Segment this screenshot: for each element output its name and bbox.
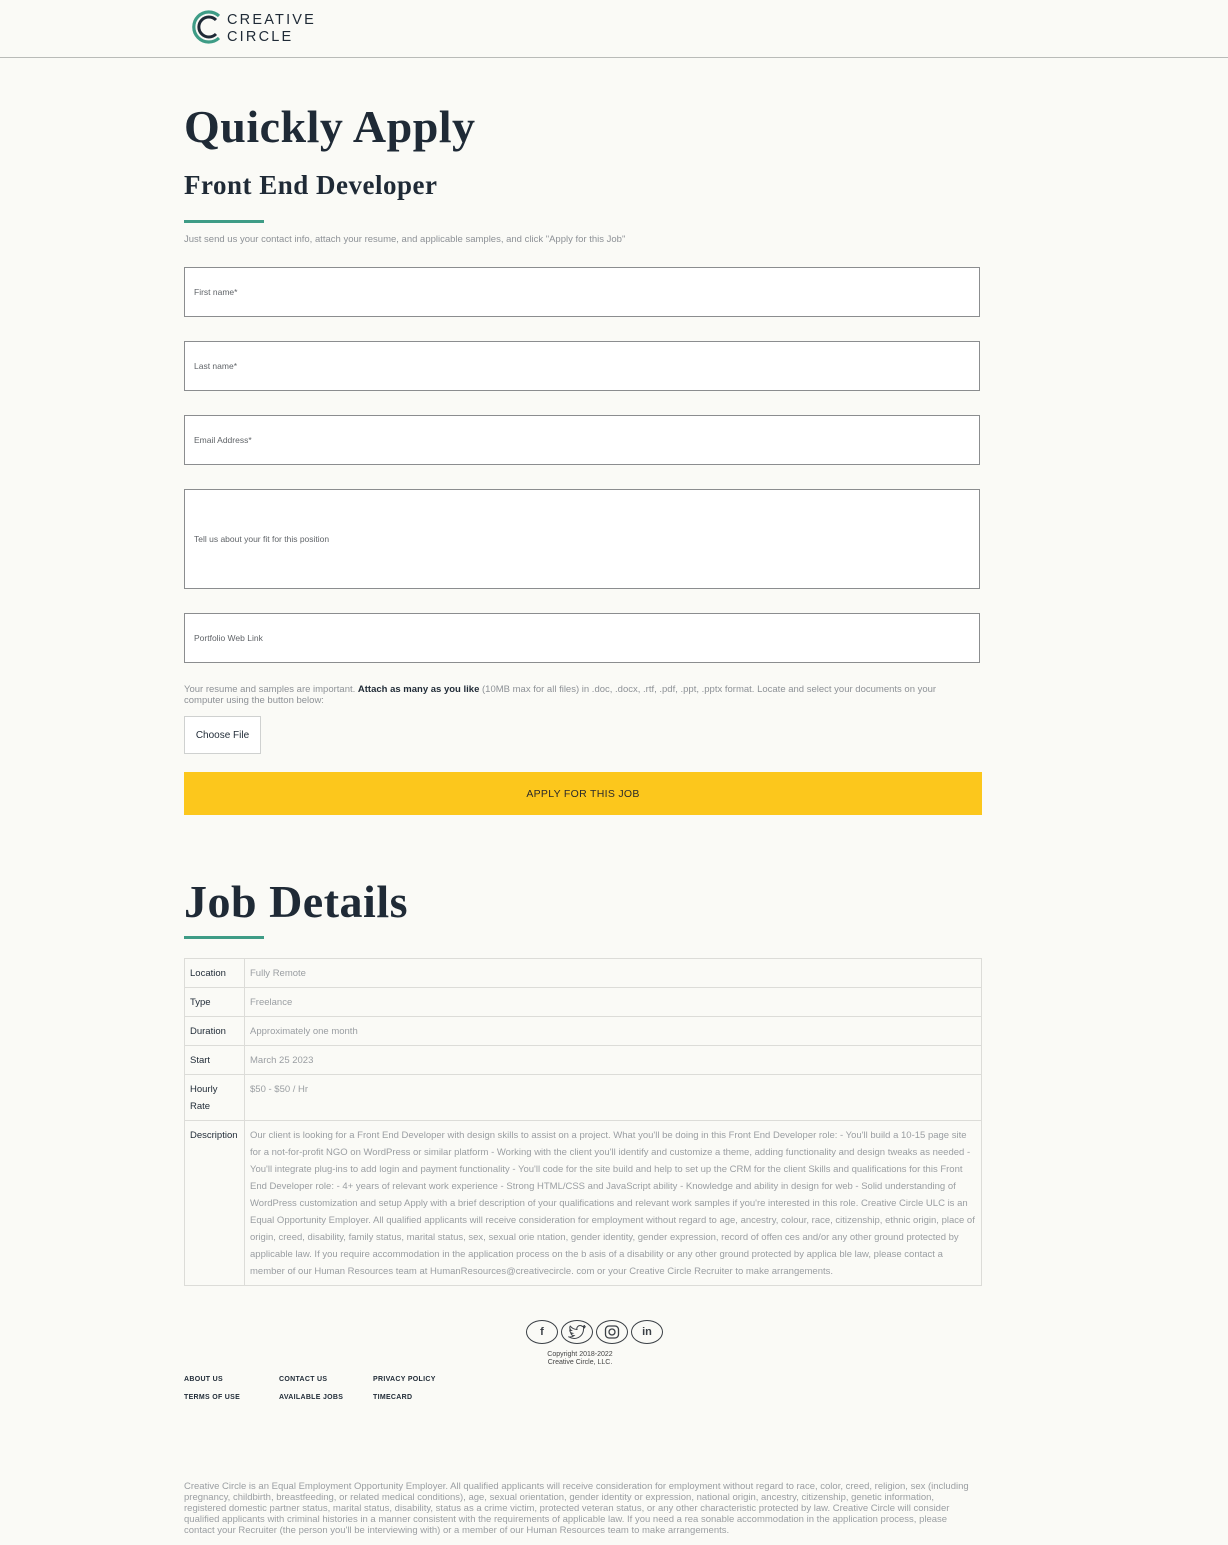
social-links: f in (526, 1320, 666, 1346)
last-name-field[interactable] (184, 341, 980, 391)
instagram-icon[interactable] (596, 1320, 628, 1344)
copyright-line-1: Copyright 2018-2022 (547, 1351, 613, 1358)
detail-value: Freelance (244, 987, 982, 1017)
portfolio-input[interactable] (185, 614, 979, 662)
detail-label: Type (184, 987, 245, 1017)
email-input[interactable] (185, 416, 979, 464)
fit-field[interactable] (184, 489, 980, 589)
table-row: Duration Approximately one month (184, 1016, 982, 1046)
linkedin-icon[interactable]: in (631, 1320, 663, 1344)
logo-line-2: CIRCLE (227, 29, 294, 45)
copyright-notice: Copyright 2018-2022 Creative Circle, LLC… (500, 1351, 660, 1367)
creative-circle-logo[interactable]: CREATIVE CIRCLE (191, 8, 331, 48)
footer-link-jobs[interactable]: AVAILABLE JOBS (279, 1394, 343, 1401)
job-details-heading: Job Details (184, 876, 408, 927)
detail-label: Location (184, 958, 245, 988)
site-header: CREATIVE CIRCLE (0, 0, 1228, 58)
first-name-field[interactable] (184, 267, 980, 317)
detail-label: Duration (184, 1016, 245, 1046)
logo-mark-icon (192, 10, 221, 44)
title-accent-bar (184, 220, 264, 223)
footer-link-terms[interactable]: TERMS OF USE (184, 1394, 240, 1401)
portfolio-field[interactable] (184, 613, 980, 663)
twitter-bird-glyph (568, 1325, 586, 1339)
eeo-statement: Creative Circle is an Equal Employment O… (184, 1481, 969, 1536)
detail-value: Fully Remote (244, 958, 982, 988)
page-title: Quickly Apply (184, 101, 476, 152)
footer-link-about[interactable]: ABOUT US (184, 1376, 223, 1383)
detail-value: March 25 2023 (244, 1045, 982, 1075)
table-row: Description Our client is looking for a … (184, 1120, 982, 1286)
apply-intro-text: Just send us your contact info, attach y… (184, 234, 626, 245)
table-row: Type Freelance (184, 987, 982, 1017)
twitter-icon[interactable] (561, 1320, 593, 1344)
job-title: Front End Developer (184, 170, 438, 200)
table-row: Start March 25 2023 (184, 1045, 982, 1075)
logo-line-1: CREATIVE (227, 12, 317, 28)
detail-value: Approximately one month (244, 1016, 982, 1046)
apply-for-job-button[interactable]: APPLY FOR THIS JOB (184, 772, 982, 815)
job-details-table: Location Fully Remote Type Freelance Dur… (184, 958, 982, 1286)
footer-link-privacy[interactable]: PRIVACY POLICY (373, 1376, 436, 1383)
upload-note-emphasis: Attach as many as you like (357, 684, 480, 695)
footer-link-timecard[interactable]: TIMECARD (373, 1394, 412, 1401)
first-name-input[interactable] (185, 268, 979, 316)
choose-file-button[interactable]: Choose File (184, 716, 261, 754)
copyright-line-2: Creative Circle, LLC. (547, 1359, 613, 1366)
details-accent-bar (184, 936, 264, 939)
detail-value: Our client is looking for a Front End De… (244, 1120, 982, 1286)
detail-label: Hourly Rate (184, 1074, 245, 1121)
instagram-glyph (604, 1325, 620, 1339)
table-row: Hourly Rate $50 - $50 / Hr (184, 1074, 982, 1121)
detail-value: $50 - $50 / Hr (244, 1074, 982, 1121)
facebook-icon[interactable]: f (526, 1320, 558, 1344)
table-row: Location Fully Remote (184, 958, 982, 988)
last-name-input[interactable] (185, 342, 979, 390)
detail-label: Description (184, 1120, 245, 1286)
email-field[interactable] (184, 415, 980, 465)
upload-instructions: Your resume and samples are important. A… (184, 684, 974, 706)
logo-wordmark: CREATIVE CIRCLE (227, 12, 316, 46)
footer-link-contact[interactable]: CONTACT US (279, 1376, 327, 1383)
upload-note-intro: Your resume and samples are important. (184, 684, 356, 695)
detail-label: Start (184, 1045, 245, 1075)
fit-textarea[interactable] (185, 490, 979, 588)
